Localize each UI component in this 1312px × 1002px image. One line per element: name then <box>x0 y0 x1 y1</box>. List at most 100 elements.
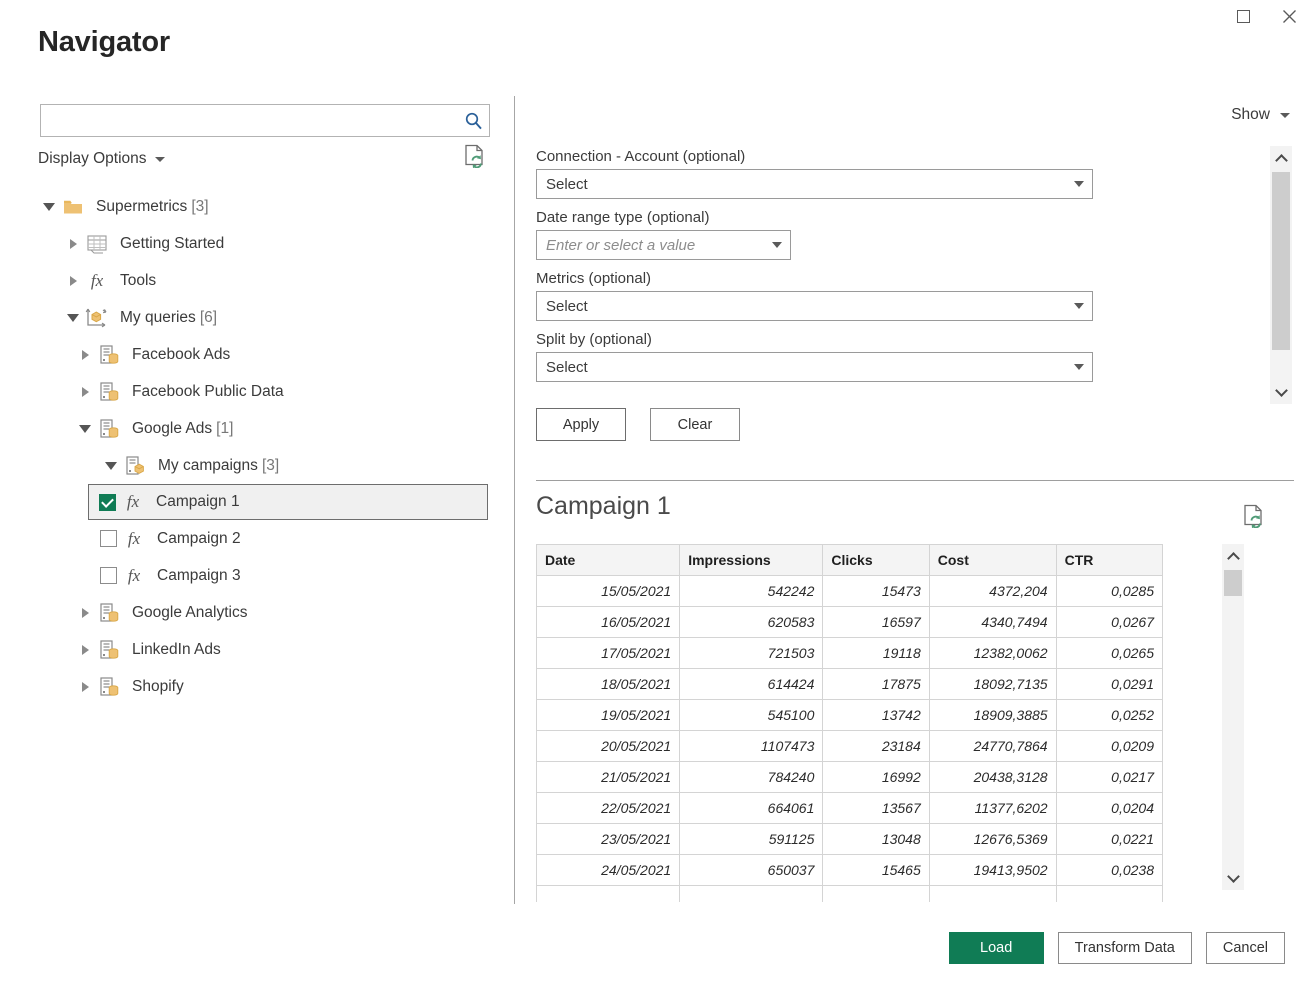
apply-button[interactable]: Apply <box>536 408 626 441</box>
select-value: Select <box>546 176 588 193</box>
scrollbar-thumb[interactable] <box>1224 570 1242 596</box>
connection-account-select[interactable]: Select <box>536 169 1093 199</box>
expander-down-icon[interactable] <box>38 203 60 211</box>
tree-item-shopify[interactable]: Shopify <box>0 668 505 705</box>
transform-data-button[interactable]: Transform Data <box>1058 932 1192 964</box>
checkbox-campaign-1[interactable] <box>99 494 116 511</box>
refresh-document-icon <box>464 144 486 168</box>
expander-right-icon[interactable] <box>62 276 84 286</box>
table-row[interactable]: 17/05/20217215031911812382,00620,0265 <box>537 638 1163 669</box>
table-row[interactable]: 15/05/2021542242154734372,2040,0285 <box>537 576 1163 607</box>
chevron-down-icon <box>1074 181 1084 187</box>
expander-right-icon[interactable] <box>74 608 96 618</box>
table-row[interactable]: 16/05/2021620583165974340,74940,0267 <box>537 607 1163 638</box>
tree-item-campaign-1[interactable]: fx Campaign 1 <box>88 484 488 520</box>
select-value: Select <box>546 298 588 315</box>
expander-down-icon[interactable] <box>62 314 84 322</box>
tree-item-count: [6] <box>200 309 217 327</box>
page-title: Navigator <box>38 26 170 59</box>
show-dropdown-button[interactable]: Show <box>1231 106 1290 124</box>
tree-item-campaign-2[interactable]: fx Campaign 2 <box>0 520 505 557</box>
tree-item-google-ads[interactable]: Google Ads [1] <box>0 410 505 447</box>
parameters-scrollbar[interactable] <box>1270 146 1292 404</box>
clear-button[interactable]: Clear <box>650 408 740 441</box>
checkbox-campaign-2[interactable] <box>100 530 117 547</box>
parameters-panel: Connection - Account (optional) Select D… <box>536 148 1096 392</box>
refresh-preview-button[interactable] <box>1243 504 1265 533</box>
table-cell <box>537 886 680 903</box>
scroll-down-button[interactable] <box>1222 866 1244 890</box>
table-cell <box>1056 886 1162 903</box>
table-cell: 24/05/2021 <box>537 855 680 886</box>
tree-item-my-campaigns[interactable]: My campaigns [3] <box>0 447 505 484</box>
scroll-up-button[interactable] <box>1270 146 1292 170</box>
table-row[interactable]: 23/05/20215911251304812676,53690,0221 <box>537 824 1163 855</box>
checkbox-campaign-3[interactable] <box>100 567 117 584</box>
expander-down-icon[interactable] <box>74 425 96 433</box>
expander-right-icon[interactable] <box>74 387 96 397</box>
table-row[interactable] <box>537 886 1163 903</box>
close-button[interactable] <box>1266 0 1312 32</box>
column-header-clicks[interactable]: Clicks <box>823 545 929 576</box>
table-row[interactable]: 18/05/20216144241787518092,71350,0291 <box>537 669 1163 700</box>
table-row[interactable]: 19/05/20215451001374218909,38850,0252 <box>537 700 1163 731</box>
table-cell: 16597 <box>823 607 929 638</box>
search-icon[interactable] <box>457 111 489 130</box>
tree-item-linkedin-ads[interactable]: LinkedIn Ads <box>0 631 505 668</box>
table-row[interactable]: 22/05/20216640611356711377,62020,0204 <box>537 793 1163 824</box>
expander-right-icon[interactable] <box>62 239 84 249</box>
table-cell: 15473 <box>823 576 929 607</box>
column-header-ctr[interactable]: CTR <box>1056 545 1162 576</box>
cancel-button[interactable]: Cancel <box>1206 932 1285 964</box>
preview-title: Campaign 1 <box>536 492 671 521</box>
preview-table: Date Impressions Clicks Cost CTR 15/05/2… <box>536 544 1163 902</box>
table-row[interactable]: 20/05/202111074732318424770,78640,0209 <box>537 731 1163 762</box>
load-button[interactable]: Load <box>949 932 1044 964</box>
field-connection-account: Connection - Account (optional) Select <box>536 148 1096 199</box>
preview-table-scrollbar[interactable] <box>1222 544 1244 890</box>
search-row <box>40 104 490 137</box>
column-header-impressions[interactable]: Impressions <box>680 545 823 576</box>
tree-item-my-queries[interactable]: My queries [6] <box>0 299 505 336</box>
tree-item-facebook-public-data[interactable]: Facebook Public Data <box>0 373 505 410</box>
navigator-dialog: Navigator Display Options <box>0 0 1312 1002</box>
table-row[interactable]: 21/05/20217842401699220438,31280,0217 <box>537 762 1163 793</box>
scrollbar-thumb[interactable] <box>1272 172 1290 350</box>
chevron-down-icon <box>772 242 782 248</box>
table-cell: 16/05/2021 <box>537 607 680 638</box>
tree-item-facebook-ads[interactable]: Facebook Ads <box>0 336 505 373</box>
tree-item-label: Tools <box>120 272 156 290</box>
tree-item-getting-started[interactable]: Getting Started <box>0 225 505 262</box>
table-cell: 13048 <box>823 824 929 855</box>
dialog-footer: Load Transform Data Cancel <box>0 920 1312 1002</box>
tree-item-count: [1] <box>216 420 233 438</box>
column-header-date[interactable]: Date <box>537 545 680 576</box>
scroll-up-button[interactable] <box>1222 544 1244 568</box>
tree-item-supermetrics[interactable]: Supermetrics [3] <box>0 188 505 225</box>
column-header-cost[interactable]: Cost <box>929 545 1056 576</box>
scroll-down-button[interactable] <box>1270 380 1292 404</box>
expander-right-icon[interactable] <box>74 645 96 655</box>
maximize-button[interactable] <box>1220 0 1266 32</box>
chevron-down-icon <box>1074 364 1084 370</box>
split-by-select[interactable]: Select <box>536 352 1093 382</box>
metrics-select[interactable]: Select <box>536 291 1093 321</box>
refresh-preview-button-left[interactable] <box>464 144 486 173</box>
search-box[interactable] <box>40 104 490 137</box>
date-range-type-select[interactable]: Enter or select a value <box>536 230 791 260</box>
expander-right-icon[interactable] <box>74 350 96 360</box>
show-label: Show <box>1231 106 1270 124</box>
tree-item-tools[interactable]: fx Tools <box>0 262 505 299</box>
database-icon <box>96 381 122 403</box>
display-options-button[interactable]: Display Options <box>38 150 165 168</box>
search-input[interactable] <box>41 106 457 135</box>
tree-item-campaign-3[interactable]: fx Campaign 3 <box>0 557 505 594</box>
expander-down-icon[interactable] <box>100 462 122 470</box>
expander-right-icon[interactable] <box>74 682 96 692</box>
titlebar-controls <box>1220 0 1312 32</box>
tree-item-label: My queries <box>120 309 196 327</box>
tree-item-google-analytics[interactable]: Google Analytics <box>0 594 505 631</box>
tree-item-label: Google Analytics <box>132 604 247 622</box>
table-cell: 0,0204 <box>1056 793 1162 824</box>
table-row[interactable]: 24/05/20216500371546519413,95020,0238 <box>537 855 1163 886</box>
